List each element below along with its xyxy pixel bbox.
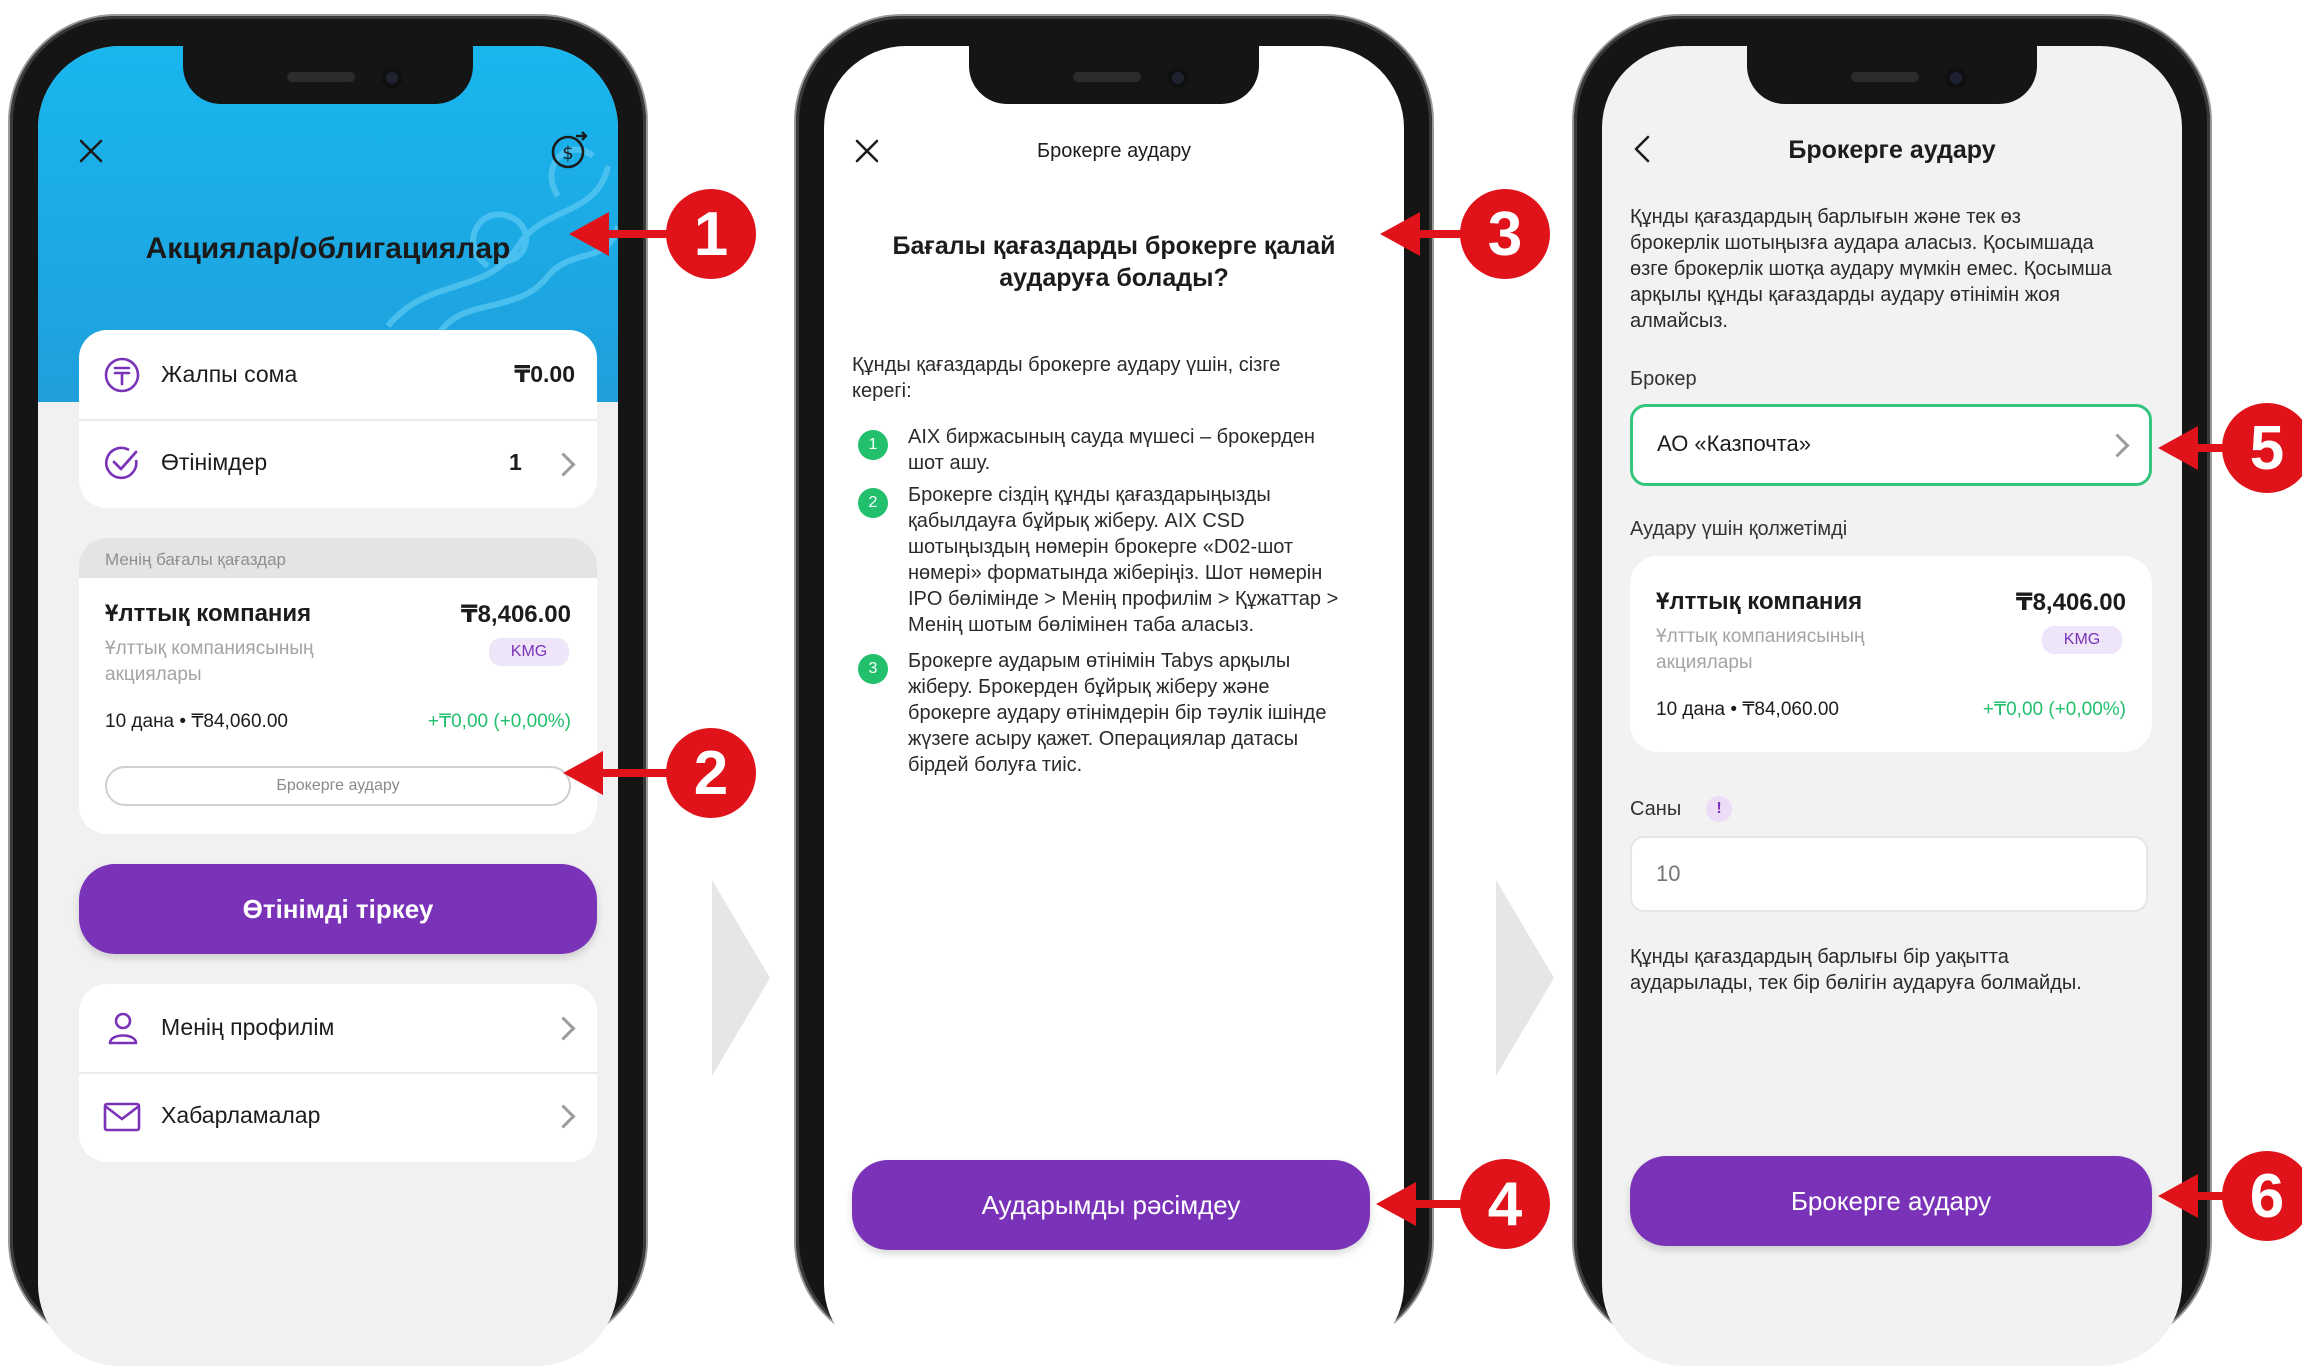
security-name: Ұлттық компания [105,600,312,627]
screen-header: Брокерге аудару [1036,140,1192,162]
step-3-line-5: бірдей болуға тиіс. [908,754,1083,776]
step-1-line-2: шот ашу. [908,452,991,474]
note-line-2: аударылады, тек бір бөлігін аударуға бол… [1630,972,2082,994]
security-desc-1: Ұлттық компаниясының [105,638,314,659]
question-line-1: Бағалы қағаздарды брокерге қалай [892,232,1336,260]
phone-frame-3: Брокерге аудару Құнды қағаздардың барлығ… [1574,16,2210,1366]
broker-select[interactable]: АО «Казпочта» [1630,404,2152,486]
intro-line-2: керегі: [852,380,912,402]
step-3-line-2: жіберу. Брокерден бұйрық жіберу және [908,676,1270,698]
security-desc-1: Ұлттық компаниясының [1656,626,1865,647]
info-line-4: арқылы құнды қағаздарды аудару өтінімін … [1630,284,2061,306]
security-name: Ұлттық компания [1656,588,1863,615]
phone-frame-2: Брокерге аудару Бағалы қағаздарды брокер… [796,16,1432,1366]
chevron-right-icon [551,1104,576,1129]
step-3-line-4: жүзеге асыру қажет. Операциялар датасы [908,728,1299,750]
security-qty: 10 дана • ₸84,060.00 [105,711,288,732]
close-icon[interactable] [78,138,104,164]
screen-transfer-form: Брокерге аудару Құнды қағаздардың барлығ… [1602,46,2182,1366]
quantity-label: Саны [1630,798,1682,820]
transfer-to-broker-submit-button[interactable]: Брокерге аудару [1630,1156,2152,1246]
info-line-1: Құнды қағаздардың барлығын және тек өз [1630,206,2021,228]
flow-arrow [1496,880,1554,1076]
available-label: Аудару үшін қолжетімді [1630,518,1848,540]
quantity-input[interactable] [1630,836,2148,912]
step-2-line-4: нөмері» форматында жіберіңіз. Шот нөмері… [908,562,1323,584]
menu-item-profile[interactable]: Менің профилім [79,984,597,1072]
menu-label-profile: Менің профилім [161,1014,335,1040]
security-desc-2: акциялары [105,664,202,685]
broker-label: Брокер [1630,368,1697,390]
step-2-line-5: IPO бөлімінде > Менің профилім > Құжатта… [908,588,1339,610]
security-price: ₸8,406.00 [2015,589,2126,616]
chevron-right-icon [551,1016,576,1041]
total-label: Жалпы сома [161,361,298,387]
section-label: Менің бағалы қағаздар [105,550,287,569]
user-icon [108,1012,138,1045]
info-line-2: брокерлік шотыңызға аудара аласыз. Қосым… [1630,232,2094,254]
security-desc-2: акциялары [1656,652,1753,673]
note-line-1: Құнды қағаздардың барлығы бір уақытта [1630,946,2009,968]
step-3-line-1: Брокерге аударым өтінімін Tabys арқылы [908,650,1291,672]
menu-card: Менің профилім Хабарламалар [79,984,597,1162]
security-card: Ұлттық компания ₸8,406.00 Ұлттық компани… [1630,556,2152,752]
screen-header: Брокерге аудару [1788,136,1996,164]
page-title: Акциялар/облигациялар [145,232,511,265]
screen-securities: $ Акциялар/облигациялар Жалпы сома ₸0.00… [38,46,618,1366]
flow-arrow [712,880,770,1076]
info-icon[interactable]: ! [1706,796,1732,822]
svg-text:$: $ [562,143,573,164]
chevron-right-icon [551,452,576,477]
security-change: +₸0,00 (+0,00%) [1982,699,2126,720]
make-transfer-button[interactable]: Аударымды рәсімдеу [852,1160,1370,1250]
step-2-line-1: Брокерге сіздің құнды қағаздарыңызды [908,484,1271,506]
step-1-line-1: AIX биржасының сауда мүшесі – брокерден [908,426,1315,448]
menu-label-notifications: Хабарламалар [161,1102,321,1128]
callout-5: 5 [2222,403,2302,493]
screen-instructions: Брокерге аудару Бағалы қағаздарды брокер… [824,46,1404,1366]
phone-frame-1: $ Акциялар/облигациялар Жалпы сома ₸0.00… [10,16,646,1366]
mail-icon [103,1102,141,1132]
summary-card: Жалпы сома ₸0.00 Өтінімдер 1 [79,330,597,508]
notch [1747,46,2037,104]
orders-label: Өтінімдер [161,449,268,475]
security-change: +₸0,00 (+0,00%) [427,711,571,732]
info-line-5: алмайсыз. [1630,310,1728,332]
step-2-line-2: қабылдауға бұйрық жіберу. AIX CSD [908,510,1245,532]
transfer-to-broker-button[interactable]: Брокерге аудару [105,766,571,806]
ticker-badge: KMG [489,638,569,666]
callout-6: 6 [2222,1151,2302,1241]
step-2-line-3: шотыңыздың нөмерін брокерге «D02-шот [908,536,1294,558]
step-number-3: 3 [858,654,888,684]
tenge-circle-icon [104,357,140,393]
step-3-line-3: брокерге аудару өтінімдерін бір тәулік і… [908,702,1327,724]
callout-4: 4 [1460,1159,1550,1249]
step-2-line-6: Менің шотым бөлімінен таба аласыз. [908,614,1255,636]
callout-3: 3 [1460,189,1550,279]
intro-line-1: Құнды қағаздарды брокерге аудару үшін, с… [852,354,1281,376]
check-circle-icon [104,446,138,480]
ticker-badge: KMG [2042,626,2122,654]
currency-exchange-icon[interactable]: $ [550,130,590,170]
security-price: ₸8,406.00 [460,601,571,628]
security-qty: 10 дана • ₸84,060.00 [1656,699,1839,720]
step-number-1: 1 [858,430,888,460]
chevron-right-icon [2105,433,2130,458]
notch [969,46,1259,104]
callout-2: 2 [666,728,756,818]
step-number-2: 2 [858,488,888,518]
notch [183,46,473,104]
total-value: ₸0.00 [514,361,575,387]
callout-1: 1 [666,189,756,279]
orders-row[interactable]: Өтінімдер 1 [79,420,597,508]
question-line-2: аударуға болады? [999,264,1229,292]
orders-count: 1 [509,449,522,475]
submit-order-button[interactable]: Өтінімді тіркеу [79,864,597,954]
menu-item-notifications[interactable]: Хабарламалар [79,1074,597,1162]
info-line-3: өзге брокерлік шотқа аудару мүмкін емес.… [1630,258,2112,280]
my-securities-card: Менің бағалы қағаздар Ұлттық компания ₸8… [79,538,597,834]
broker-value: АО «Казпочта» [1657,431,1811,456]
